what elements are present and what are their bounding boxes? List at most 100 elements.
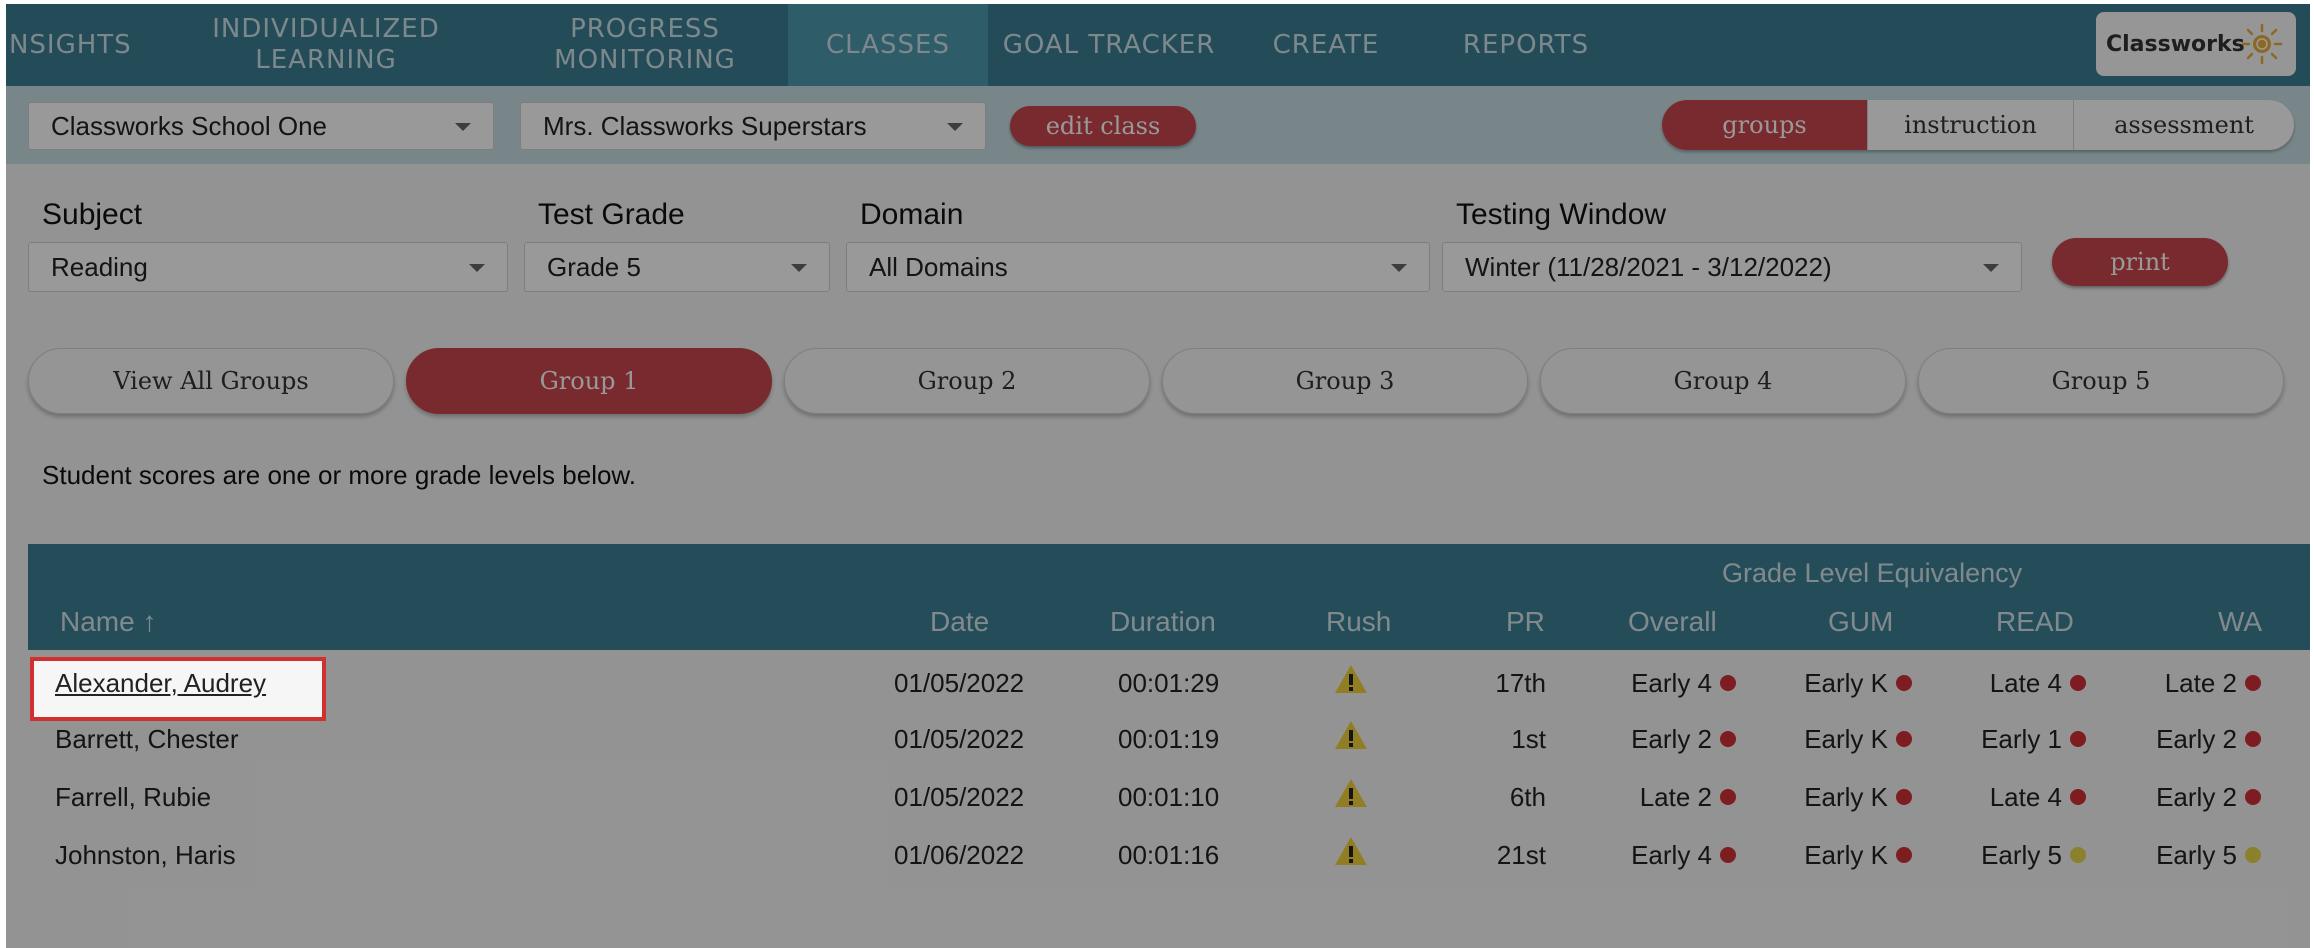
wa-cell: Early 2 [2156, 782, 2261, 813]
read-cell: Late 4 [1990, 668, 2086, 699]
nav-classes[interactable]: CLASSES [788, 4, 988, 86]
school-select-value: Classworks School One [51, 110, 327, 141]
read-cell-value: Early 1 [1981, 724, 2062, 754]
status-dot-icon [1896, 789, 1912, 805]
subject-label: Subject [42, 198, 143, 231]
warning-icon [1335, 665, 1367, 693]
subject-select[interactable]: Reading [28, 242, 508, 292]
table-header: Grade Level Equivalency Name ↑ Date Dura… [28, 544, 2310, 650]
tab-view-all-groups[interactable]: View All Groups [28, 348, 394, 414]
view-instruction-button[interactable]: instruction [1868, 100, 2074, 150]
chevron-down-icon [791, 264, 807, 272]
date-cell: 01/06/2022 [894, 840, 1025, 870]
column-name[interactable]: Name ↑ [60, 606, 156, 638]
tab-group-4[interactable]: Group 4 [1540, 348, 1906, 414]
testing-window-select[interactable]: Winter (11/28/2021 - 3/12/2022) [1442, 242, 2022, 292]
status-dot-icon [1896, 731, 1912, 747]
nav-create[interactable]: CREATE [1256, 4, 1396, 86]
wa-cell: Early 5 [2156, 840, 2261, 871]
status-dot-icon [1896, 675, 1912, 691]
column-pr[interactable]: PR [1506, 606, 1545, 638]
test-grade-label: Test Grade [538, 198, 685, 231]
warning-icon [1335, 721, 1367, 749]
chevron-down-icon [947, 123, 963, 131]
chevron-down-icon [455, 123, 471, 131]
status-dot-icon [2245, 731, 2261, 747]
wa-cell: Late 2 [2165, 668, 2261, 699]
column-rush[interactable]: Rush [1326, 606, 1391, 638]
duration-cell: 00:01:16 [1118, 840, 1220, 870]
column-duration[interactable]: Duration [1110, 606, 1216, 638]
school-select[interactable]: Classworks School One [28, 102, 494, 150]
overall-cell: Early 4 [1631, 668, 1736, 699]
wa-cell-value: Late 2 [2164, 668, 2237, 698]
read-cell: Early 5 [1981, 840, 2086, 871]
gum-cell: Early K [1804, 840, 1912, 871]
gum-cell: Early K [1804, 668, 1912, 699]
status-dot-icon [1720, 675, 1736, 691]
sun-icon [2241, 23, 2283, 65]
student-name-link[interactable]: Barrett, Chester [55, 724, 239, 755]
class-select-value: Mrs. Classworks Superstars [543, 110, 867, 141]
wa-cell-value: Early 5 [2156, 840, 2237, 870]
read-cell-value: Late 4 [1989, 668, 2062, 698]
status-dot-icon [2070, 847, 2086, 863]
overall-cell-value: Late 2 [1639, 782, 1712, 812]
domain-select[interactable]: All Domains [846, 242, 1430, 292]
status-dot-icon [1720, 847, 1736, 863]
status-dot-icon [2245, 847, 2261, 863]
view-groups-button[interactable]: groups [1662, 100, 1868, 150]
logo-text: Classworks [2106, 31, 2245, 57]
tab-group-1[interactable]: Group 1 [406, 348, 772, 414]
status-dot-icon [1720, 731, 1736, 747]
tab-group-5[interactable]: Group 5 [1918, 348, 2284, 414]
pr-cell: 1st [1511, 724, 1546, 754]
nav-reports[interactable]: REPORTS [1446, 4, 1606, 86]
overall-cell: Early 2 [1631, 724, 1736, 755]
domain-select-value: All Domains [869, 251, 1008, 282]
duration-cell: 00:01:19 [1118, 724, 1220, 754]
test-grade-select[interactable]: Grade 5 [524, 242, 830, 292]
testing-window-select-value: Winter (11/28/2021 - 3/12/2022) [1465, 251, 1832, 282]
nav-goal-tracker[interactable]: GOAL TRACKER [994, 4, 1224, 86]
nav-insights[interactable]: INSIGHTS [6, 4, 131, 86]
column-overall[interactable]: Overall [1628, 606, 1717, 638]
tab-group-3[interactable]: Group 3 [1162, 348, 1528, 414]
view-assessment-button[interactable]: assessment [2074, 100, 2294, 150]
view-switcher: groups instruction assessment [1662, 100, 2294, 150]
read-cell: Late 4 [1990, 782, 2086, 813]
overall-cell: Early 4 [1631, 840, 1736, 871]
overall-cell-value: Early 2 [1631, 724, 1712, 754]
edit-class-button[interactable]: edit class [1010, 106, 1196, 146]
status-dot-icon [2245, 675, 2261, 691]
gum-cell: Early K [1804, 724, 1912, 755]
column-gum[interactable]: GUM [1828, 606, 1893, 638]
subject-select-value: Reading [51, 251, 148, 282]
pr-cell: 21st [1496, 840, 1546, 870]
print-button[interactable]: print [2052, 238, 2228, 286]
nav-individualized-learning[interactable]: INDIVIDUALIZED LEARNING [192, 4, 460, 86]
student-name-link[interactable]: Farrell, Rubie [55, 782, 211, 813]
class-toolbar: Classworks School One Mrs. Classworks Su… [6, 86, 2310, 164]
warning-icon [1335, 837, 1367, 865]
status-dot-icon [2070, 789, 2086, 805]
tab-group-2[interactable]: Group 2 [784, 348, 1150, 414]
highlight-box [30, 657, 326, 721]
chevron-down-icon [469, 264, 485, 272]
student-name-link[interactable]: Johnston, Haris [55, 840, 236, 871]
gum-cell-value: Early K [1804, 782, 1888, 812]
top-navigation: INSIGHTS INDIVIDUALIZED LEARNING PROGRES… [6, 4, 2310, 86]
column-date[interactable]: Date [930, 606, 989, 638]
column-read[interactable]: READ [1996, 606, 2074, 638]
gum-cell-value: Early K [1804, 668, 1888, 698]
grade-level-equivalency-header: Grade Level Equivalency [1722, 558, 2023, 588]
classworks-logo[interactable]: Classworks [2096, 12, 2296, 76]
column-wa[interactable]: WA [2218, 606, 2262, 638]
gum-cell: Early K [1804, 782, 1912, 813]
wa-cell-value: Early 2 [2156, 724, 2237, 754]
class-select[interactable]: Mrs. Classworks Superstars [520, 102, 986, 150]
status-dot-icon [1896, 847, 1912, 863]
pr-cell: 17th [1495, 668, 1546, 698]
nav-progress-monitoring[interactable]: PROGRESS MONITORING [516, 4, 774, 86]
gum-cell-value: Early K [1804, 840, 1888, 870]
